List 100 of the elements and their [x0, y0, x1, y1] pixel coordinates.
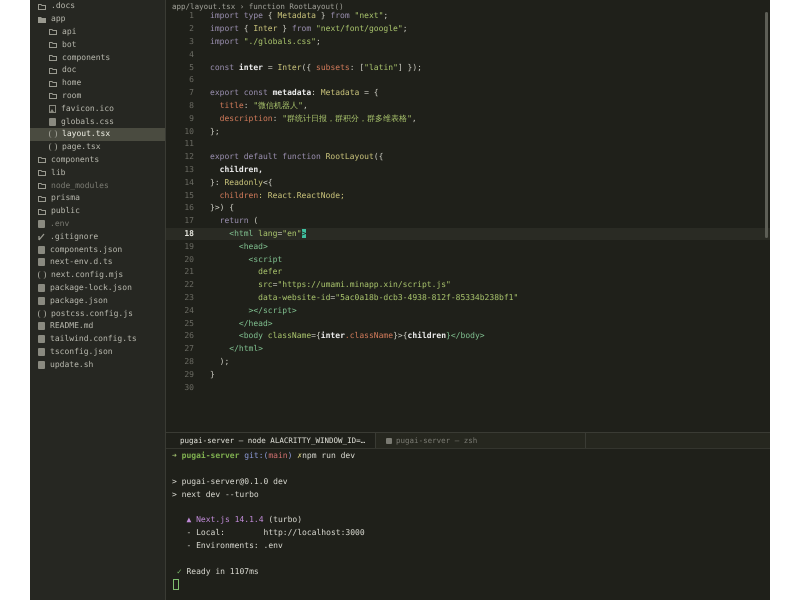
- file-name: .docs: [51, 2, 76, 10]
- code-text: description: "群统计日报，群积分，群多维表格",: [218, 114, 417, 123]
- line-number: 15: [183, 192, 194, 200]
- line-number: 9: [188, 114, 194, 123]
- code-text: src="https://umami.minapp.xin/script.js": [257, 281, 451, 290]
- line-number: 25: [183, 320, 194, 328]
- line-number: 8: [188, 102, 194, 110]
- open-folder-icon: [38, 16, 46, 23]
- file-name: tailwind.config.ts: [50, 335, 137, 344]
- file-icon: [49, 118, 56, 126]
- line-number: 26: [183, 332, 194, 340]
- file-tree-item[interactable]: update.sh: [30, 358, 165, 372]
- file-name: api: [62, 28, 76, 36]
- line-number: 18: [183, 230, 194, 238]
- file-tree-item[interactable]: prisma: [30, 192, 165, 205]
- code-text: ></script>: [248, 306, 297, 315]
- code-text: </head>: [238, 320, 273, 328]
- file-name: postcss.config.js: [51, 310, 133, 318]
- file-name: components: [62, 54, 110, 62]
- code-text: <script: [248, 256, 282, 264]
- file-name: favicon.ico: [61, 104, 114, 113]
- terminal-cursor: [173, 578, 179, 590]
- file-tree-item[interactable]: globals.css: [30, 115, 165, 128]
- line-number: 24: [183, 306, 194, 315]
- code-text: children,: [218, 166, 263, 174]
- line-number: 10: [183, 128, 194, 136]
- file-tree-item[interactable]: .gitignore: [30, 230, 165, 244]
- line-number: 30: [183, 384, 194, 392]
- file-name: next-env.d.ts: [50, 258, 113, 266]
- line-number: 29: [183, 370, 194, 379]
- scrollbar-thumb[interactable]: [765, 12, 768, 238]
- line-number: 28: [183, 358, 194, 366]
- code-text: }>) {: [210, 204, 234, 212]
- file-tree-item[interactable]: api: [30, 26, 165, 38]
- file-tree-item[interactable]: tsconfig.json: [30, 346, 165, 358]
- file-tree-item[interactable]: package.json: [30, 294, 165, 308]
- file-tree-item[interactable]: favicon.ico: [30, 102, 165, 116]
- file-name: public: [51, 207, 80, 216]
- folder-icon: [38, 2, 46, 10]
- code-text: <head>: [238, 242, 268, 251]
- line-number: 7: [188, 89, 194, 98]
- line-number: 23: [183, 294, 194, 302]
- terminal-output: > pugai-server@0.1.0 dev: [172, 478, 288, 486]
- code-text: }: Readonly<{: [210, 178, 273, 187]
- file-tree-item[interactable]: bot: [30, 38, 165, 52]
- file-tree-item[interactable]: app: [30, 12, 165, 26]
- file-name: prisma: [51, 194, 80, 202]
- code-text: };: [210, 128, 220, 136]
- line-number: 14: [183, 178, 194, 187]
- file-name: package-lock.json: [50, 284, 132, 292]
- line-number: 6: [188, 76, 194, 84]
- code-text: const inter = Inter({ subsets: ["latin"] });: [210, 64, 422, 72]
- file-tree-item[interactable]: home: [30, 76, 165, 90]
- file-tree-item[interactable]: next.config.mjs: [30, 268, 165, 282]
- file-name: update.sh: [50, 360, 94, 369]
- terminal-icon: [386, 438, 392, 444]
- line-number: 1: [188, 12, 194, 20]
- line-number: 21: [183, 268, 194, 276]
- git-icon: [38, 232, 45, 241]
- terminal-output: ✓ Ready in 1107ms: [176, 568, 259, 576]
- code-text: import "./globals.css";: [210, 38, 321, 46]
- code-text: title: "微信机器人",: [218, 102, 308, 110]
- file-name: package.json: [50, 296, 108, 305]
- line-number: 19: [183, 242, 194, 251]
- file-name: .gitignore: [50, 232, 98, 241]
- file-name: node_modules: [51, 182, 109, 190]
- file-name: components.json: [50, 246, 122, 254]
- line-number: 3: [188, 38, 194, 46]
- file-tree-item[interactable]: layout.tsx: [30, 128, 165, 141]
- file-tree-item[interactable]: components.json: [30, 243, 165, 256]
- file-tree-item[interactable]: components: [30, 154, 165, 166]
- line-number: 2: [188, 25, 194, 34]
- code-text: defer: [257, 268, 282, 276]
- code-text: return (: [218, 217, 258, 226]
- code-text: export default function RootLayout({: [210, 153, 384, 162]
- file-tree-item[interactable]: public: [30, 204, 165, 218]
- file-name: lib: [51, 168, 66, 177]
- file-tree-item[interactable]: postcss.config.js: [30, 307, 165, 320]
- file-tree-item[interactable]: README.md: [30, 320, 165, 333]
- file-tree-item[interactable]: tailwind.config.ts: [30, 332, 165, 346]
- file-tree-item[interactable]: .docs: [30, 0, 165, 13]
- file-tree-item[interactable]: room: [30, 90, 165, 102]
- file-name: room: [62, 92, 82, 100]
- braces-icon: [38, 310, 46, 318]
- line-number: 5: [188, 64, 194, 72]
- file-name: components: [51, 156, 100, 164]
- code-text: </html>: [228, 345, 263, 354]
- file-tree-item[interactable]: package-lock.json: [30, 282, 165, 294]
- file-tree-item[interactable]: doc: [30, 64, 165, 77]
- file-tree-item[interactable]: next-env.d.ts: [30, 256, 165, 269]
- file-tree-item[interactable]: page.tsx: [30, 140, 165, 154]
- file-tree-item[interactable]: components: [30, 51, 165, 64]
- file-name: .env: [50, 220, 70, 228]
- terminal-prompt: ➜ pugai-server git:(main) ✗npm run dev: [172, 452, 356, 460]
- code-text: }: [210, 370, 215, 379]
- file-tree-item[interactable]: lib: [30, 166, 165, 180]
- file-name: tsconfig.json: [50, 348, 113, 356]
- line-number: 16: [183, 204, 194, 212]
- file-name: bot: [62, 40, 76, 49]
- code-text: import { Inter } from "next/font/google";: [210, 25, 408, 34]
